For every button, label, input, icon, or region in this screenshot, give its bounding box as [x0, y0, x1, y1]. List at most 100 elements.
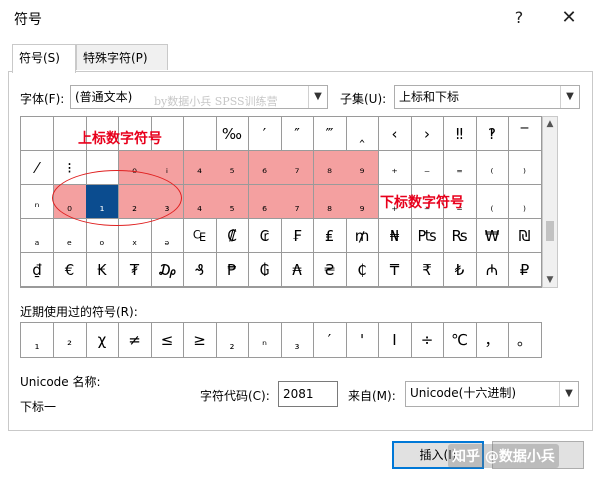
symbol-cell[interactable]: ₄: [183, 185, 217, 219]
symbol-cell[interactable]: ₨: [443, 219, 477, 253]
symbol-cell[interactable]: ₴: [313, 253, 347, 287]
scroll-down-icon[interactable]: ▼: [543, 275, 557, 285]
grid-scrollbar[interactable]: ▲ ▼: [542, 116, 558, 288]
symbol-cell[interactable]: ₯: [151, 253, 184, 287]
symbol-cell[interactable]: ₺: [443, 253, 477, 287]
tab-special-characters[interactable]: 特殊字符(P): [76, 44, 168, 70]
symbol-cell[interactable]: [21, 117, 54, 151]
symbol-cell[interactable]: ₐ: [21, 219, 54, 253]
symbol-cell[interactable]: ₽: [508, 253, 542, 287]
scroll-thumb[interactable]: [546, 221, 554, 241]
recent-symbol[interactable]: ≤: [151, 323, 184, 357]
symbol-cell[interactable]: ‾: [508, 117, 542, 151]
symbol-cell[interactable]: ₡: [216, 219, 249, 253]
symbol-cell[interactable]: ⁸: [313, 151, 347, 185]
symbol-cell[interactable]: ₼: [476, 253, 509, 287]
symbol-cell[interactable]: ₔ: [151, 219, 184, 253]
chevron-down-icon[interactable]: ▼: [559, 382, 578, 406]
font-label: 字体(F):: [20, 92, 65, 106]
symbol-cell[interactable]: ″: [281, 117, 314, 151]
window-title: 符号: [14, 12, 42, 28]
symbol-cell[interactable]: ⁄: [21, 151, 54, 185]
symbol-cell[interactable]: ₭: [86, 253, 119, 287]
symbol-cell[interactable]: ₸: [378, 253, 412, 287]
recent-symbol[interactable]: ，: [476, 323, 509, 357]
recent-symbol[interactable]: ′: [314, 323, 347, 357]
recent-symbol[interactable]: ': [346, 323, 379, 357]
recent-symbol[interactable]: ℃: [444, 323, 477, 357]
symbol-cell[interactable]: ⁹: [346, 151, 379, 185]
recent-symbol[interactable]: ≥: [184, 323, 217, 357]
watermark-text: by数据小兵 SPSS训练营: [154, 95, 278, 108]
symbol-cell[interactable]: ⁶: [248, 151, 282, 185]
symbol-cell[interactable]: ₪: [508, 219, 542, 253]
recent-symbols[interactable]: ₁ ² χ ≠ ≤ ≥ ₂ ⁿ ₃ ′ ' Ⅰ ÷ ℃，。: [20, 322, 542, 358]
symbol-cell[interactable]: ⁽: [476, 151, 509, 185]
symbol-cell[interactable]: ›: [411, 117, 444, 151]
symbol-cell[interactable]: ₍: [476, 185, 509, 219]
unicode-name-value: 下标一: [20, 400, 57, 414]
chevron-down-icon[interactable]: ▼: [308, 86, 327, 108]
recent-symbol[interactable]: 。: [509, 323, 542, 357]
symbol-cell[interactable]: ₰: [183, 253, 217, 287]
recent-symbol[interactable]: ÷: [411, 323, 444, 357]
symbol-cell[interactable]: [183, 117, 217, 151]
subset-select[interactable]: 上标和下标 ▼: [394, 85, 580, 109]
symbol-cell[interactable]: ₵: [346, 253, 379, 287]
symbol-cell[interactable]: ₱: [216, 253, 249, 287]
symbol-cell[interactable]: ₅: [216, 185, 249, 219]
symbol-cell[interactable]: ‽: [476, 117, 509, 151]
symbol-cell[interactable]: ⁻: [411, 151, 444, 185]
symbol-cell[interactable]: ₦: [378, 219, 412, 253]
scroll-up-icon[interactable]: ▲: [543, 119, 557, 129]
recent-symbol[interactable]: ≠: [119, 323, 152, 357]
symbol-cell[interactable]: ‴: [313, 117, 347, 151]
symbol-cell[interactable]: ₳: [281, 253, 314, 287]
symbol-cell[interactable]: ⁵: [216, 151, 249, 185]
symbol-cell[interactable]: ₑ: [53, 219, 87, 253]
recent-symbol[interactable]: ²: [54, 323, 87, 357]
recent-symbol[interactable]: Ⅰ: [379, 323, 412, 357]
symbol-cell[interactable]: ‹: [378, 117, 412, 151]
symbol-cell[interactable]: ₇: [281, 185, 314, 219]
recent-symbol[interactable]: χ: [86, 323, 119, 357]
symbol-cell[interactable]: ₩: [476, 219, 509, 253]
help-icon[interactable]: ?: [504, 4, 534, 32]
recent-symbol[interactable]: ₂: [216, 323, 249, 357]
symbol-cell[interactable]: ₠: [183, 219, 217, 253]
symbol-cell[interactable]: ₥: [346, 219, 379, 253]
recent-symbol[interactable]: ₁: [21, 323, 54, 357]
symbol-cell[interactable]: ₹: [411, 253, 444, 287]
symbol-cell[interactable]: ₈: [313, 185, 347, 219]
symbol-cell[interactable]: ₫: [21, 253, 54, 287]
watermark-bottom: 知乎 @数据小兵: [448, 444, 559, 468]
symbol-cell[interactable]: ₢: [248, 219, 282, 253]
chevron-down-icon[interactable]: ▼: [560, 86, 579, 108]
symbol-cell[interactable]: ⁴: [183, 151, 217, 185]
from-select[interactable]: Unicode(十六进制) ▼: [405, 381, 579, 407]
symbol-cell[interactable]: ⁿ: [21, 185, 54, 219]
symbol-cell[interactable]: ′: [248, 117, 282, 151]
symbol-cell[interactable]: ‸: [346, 117, 379, 151]
symbol-cell[interactable]: ₉: [346, 185, 379, 219]
recent-symbol[interactable]: ₃: [281, 323, 314, 357]
symbol-cell[interactable]: ₆: [248, 185, 282, 219]
tab-symbols[interactable]: 符号(S): [12, 44, 76, 73]
symbol-cell[interactable]: ₧: [411, 219, 444, 253]
charcode-input[interactable]: 2081: [278, 381, 338, 407]
symbol-cell[interactable]: ₮: [118, 253, 152, 287]
annotation-ellipse: [52, 170, 182, 226]
symbol-cell[interactable]: ⁷: [281, 151, 314, 185]
close-icon[interactable]: ✕: [554, 4, 584, 32]
recent-symbol[interactable]: ⁿ: [249, 323, 282, 357]
symbol-cell[interactable]: ₎: [508, 185, 542, 219]
symbol-cell[interactable]: ‰: [216, 117, 249, 151]
symbol-cell[interactable]: €: [53, 253, 87, 287]
symbol-cell[interactable]: ⁾: [508, 151, 542, 185]
symbol-cell[interactable]: ₤: [313, 219, 347, 253]
symbol-cell[interactable]: ₣: [281, 219, 314, 253]
symbol-cell[interactable]: ⁼: [443, 151, 477, 185]
symbol-cell[interactable]: ⁺: [378, 151, 412, 185]
symbol-cell[interactable]: ₲: [248, 253, 282, 287]
symbol-cell[interactable]: ‼: [443, 117, 477, 151]
